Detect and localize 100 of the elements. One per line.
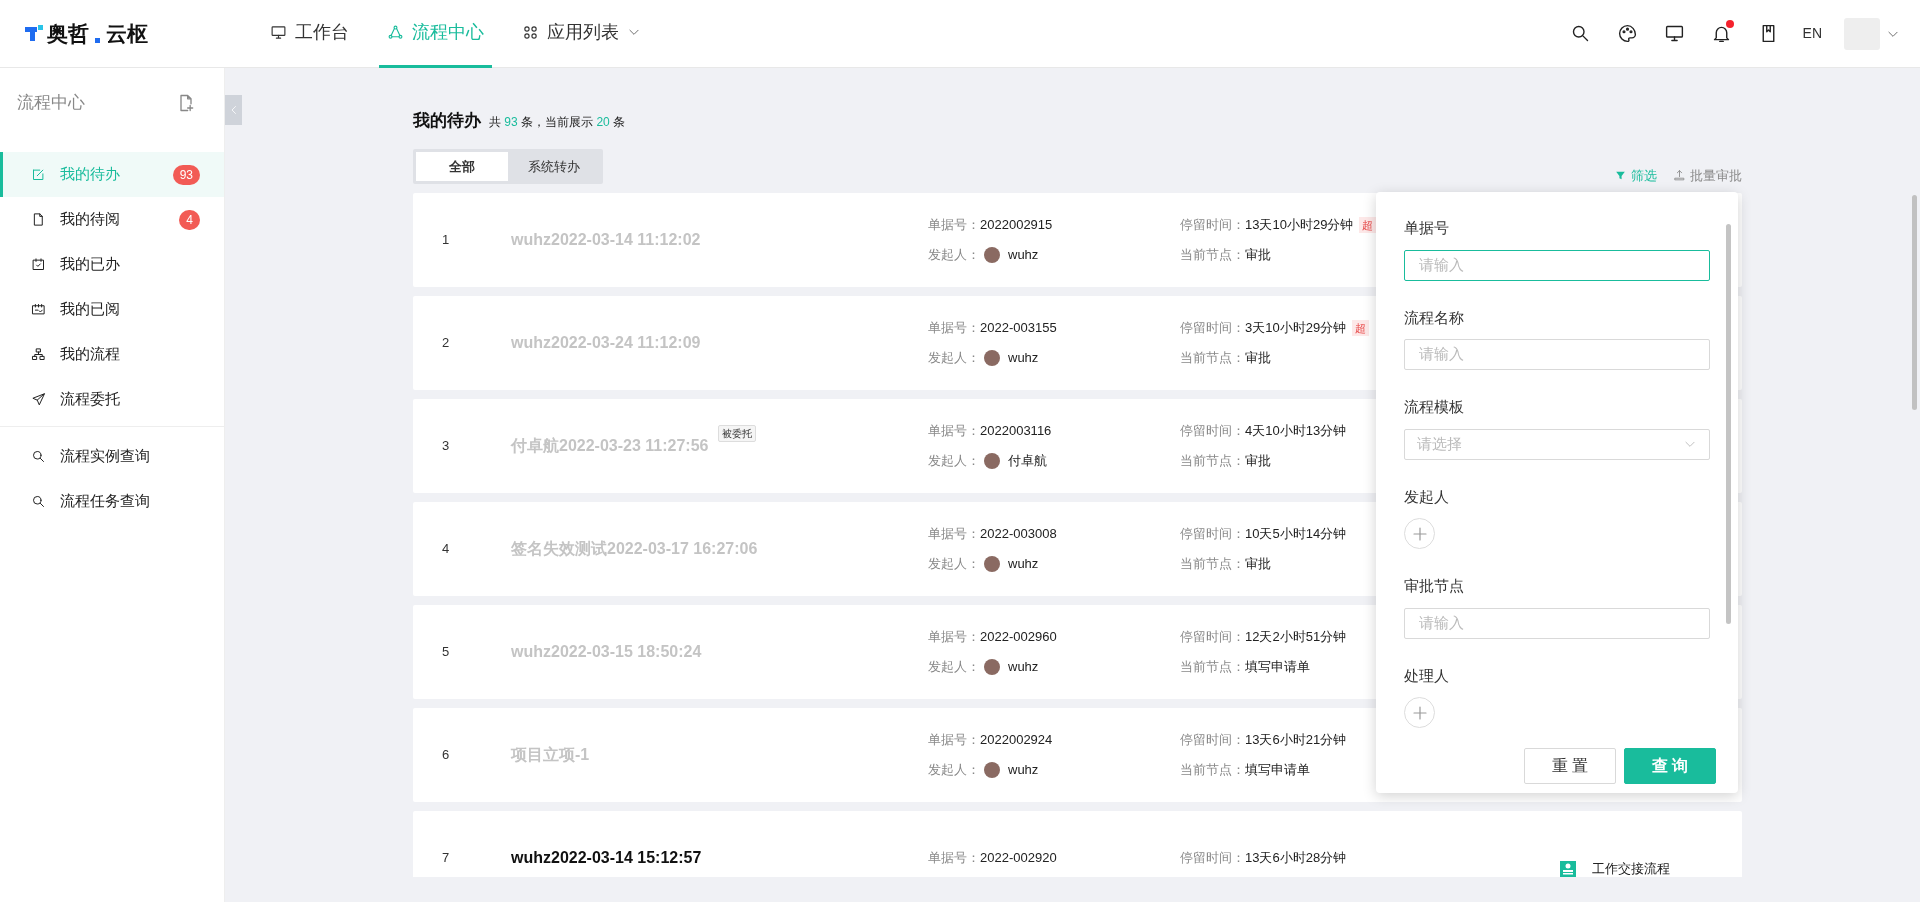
field-value: 10天5小时14分钟: [1245, 525, 1347, 544]
field-label: 发起人：: [928, 349, 980, 368]
logo-icon: [25, 24, 45, 43]
field-label: 单据号：: [928, 849, 980, 868]
sidebar-item[interactable]: 流程实例查询: [0, 434, 224, 479]
field-value: 2022-002960: [980, 628, 1057, 647]
text-input[interactable]: 请输入: [1417, 252, 1697, 278]
add-person-button[interactable]: [1404, 518, 1435, 549]
row-title: 签名失效测试2022-03-17 16:27:06: [511, 540, 758, 557]
field-value: 审批: [1245, 452, 1271, 471]
search-icon: [31, 449, 46, 464]
delegated-tag: 被委托: [718, 425, 757, 442]
result-summary: 共 93 条，当前展示 20 条: [489, 114, 626, 131]
field-label: 单据号：: [928, 319, 980, 338]
avatar-placeholder: [984, 453, 1000, 469]
field-value: wuhz: [1008, 658, 1039, 677]
nav-tab[interactable]: 工作台: [262, 0, 357, 68]
field-label: 停留时间：: [1180, 628, 1245, 647]
field-label: 单据号：: [928, 628, 980, 647]
field-label: 当前节点：: [1180, 452, 1245, 471]
reset-button[interactable]: 重 置: [1524, 748, 1616, 784]
filter-tab[interactable]: 全部: [416, 151, 508, 181]
send-icon: [31, 392, 46, 407]
sidebar-item[interactable]: 我的待阅 4: [0, 197, 224, 242]
language-button[interactable]: EN: [1802, 23, 1822, 44]
field-label: 发起人：: [928, 452, 980, 471]
field-label: 当前节点：: [1180, 555, 1245, 574]
palette-icon[interactable]: [1616, 23, 1638, 44]
field-label: 停留时间：: [1180, 525, 1245, 544]
row-title: wuhz2022-03-24 11:12:09: [511, 334, 701, 351]
field-label: 当前节点：: [1180, 246, 1245, 265]
field-label: 停留时间：: [1180, 731, 1245, 750]
collapse-handle[interactable]: [225, 95, 242, 125]
upload-icon: [1673, 168, 1686, 182]
field-value: 13天10小时29分钟: [1245, 216, 1354, 235]
sidebar-item[interactable]: 流程委托: [0, 377, 224, 422]
app-name: 工作交接流程: [1592, 860, 1670, 877]
field-label: 当前节点：: [1180, 761, 1245, 780]
text-input[interactable]: 请输入: [1417, 610, 1697, 636]
field-label: 发起人：: [928, 658, 980, 677]
overdue-tag: 超: [1359, 216, 1377, 234]
list-row[interactable]: 7 wuhz2022-03-14 15:12:57 单据号：2022-002920 停留时间：13天6小时28分钟 工作交接流程: [413, 811, 1742, 877]
row-number: 2: [442, 334, 451, 353]
scrollbar-thumb[interactable]: [1912, 195, 1917, 410]
count-badge: 4: [179, 209, 200, 230]
field-value: 2022003116: [980, 422, 1052, 441]
add-person-button[interactable]: [1404, 697, 1435, 728]
field-value: 填写申请单: [1245, 658, 1310, 677]
field-label: 发起人：: [928, 761, 980, 780]
field-value: wuhz: [1008, 246, 1039, 265]
field-value: 3天10小时29分钟: [1245, 319, 1347, 338]
field-label: 审批节点: [1404, 576, 1465, 596]
row-number: 5: [442, 643, 451, 662]
scrollbar-thumb[interactable]: [1726, 224, 1731, 624]
field-value: 2022-003155: [980, 319, 1057, 338]
field-value: 12天2小时51分钟: [1245, 628, 1347, 647]
logo-text: 奥哲: [47, 20, 89, 47]
field-value: wuhz: [1008, 349, 1039, 368]
field-label: 停留时间：: [1180, 849, 1245, 868]
field-label: 停留时间：: [1180, 319, 1245, 338]
avatar-placeholder: [984, 556, 1000, 572]
input-field[interactable]: 请输入: [1404, 607, 1710, 639]
field-value: 13天6小时28分钟: [1245, 849, 1347, 868]
field-value: 填写申请单: [1245, 761, 1310, 780]
filter-tab[interactable]: 系统转办: [508, 151, 600, 181]
edit-icon: [31, 167, 46, 182]
sidebar-title: 流程中心: [17, 92, 86, 115]
field-value: 审批: [1245, 555, 1271, 574]
field-label: 处理人: [1404, 665, 1450, 686]
field-value: 审批: [1245, 246, 1271, 265]
field-label: 停留时间：: [1180, 422, 1245, 441]
text-input[interactable]: 请输入: [1417, 342, 1697, 367]
overdue-tag: 超: [1352, 319, 1370, 337]
field-label: 发起人：: [928, 555, 980, 574]
document-icon: [31, 212, 46, 227]
calendar-icon: [31, 302, 46, 317]
avatar-placeholder: [984, 762, 1000, 778]
sidebar-item[interactable]: 我的已办: [0, 242, 224, 287]
monitor-icon: [270, 23, 287, 41]
field-label: 停留时间：: [1180, 216, 1245, 235]
row-title: 项目立项-1: [511, 746, 590, 763]
field-label: 发起人：: [928, 246, 980, 265]
field-label: 流程名称: [1404, 307, 1465, 328]
field-value: 付卓航: [1008, 452, 1047, 471]
field-label: 当前节点：: [1180, 658, 1245, 677]
monitor-icon[interactable]: [1663, 23, 1685, 44]
sidebar-item[interactable]: 流程任务查询: [0, 479, 224, 524]
nav-tab[interactable]: 应用列表: [514, 0, 649, 68]
field-value: 2022-002920: [980, 849, 1057, 868]
sidebar-item[interactable]: 我的已阅: [0, 287, 224, 332]
field-label: 单据号：: [928, 731, 980, 750]
field-value: 审批: [1245, 349, 1271, 368]
field-label: 当前节点：: [1180, 349, 1245, 368]
search-icon: [31, 494, 46, 509]
field-label: 单据号: [1404, 218, 1450, 238]
input-field[interactable]: 请输入: [1404, 249, 1710, 281]
input-field[interactable]: 请输入: [1404, 339, 1710, 370]
field-label: 单据号：: [928, 216, 980, 235]
field-label: 单据号：: [928, 422, 980, 441]
sidebar-item[interactable]: 我的流程: [0, 332, 224, 377]
